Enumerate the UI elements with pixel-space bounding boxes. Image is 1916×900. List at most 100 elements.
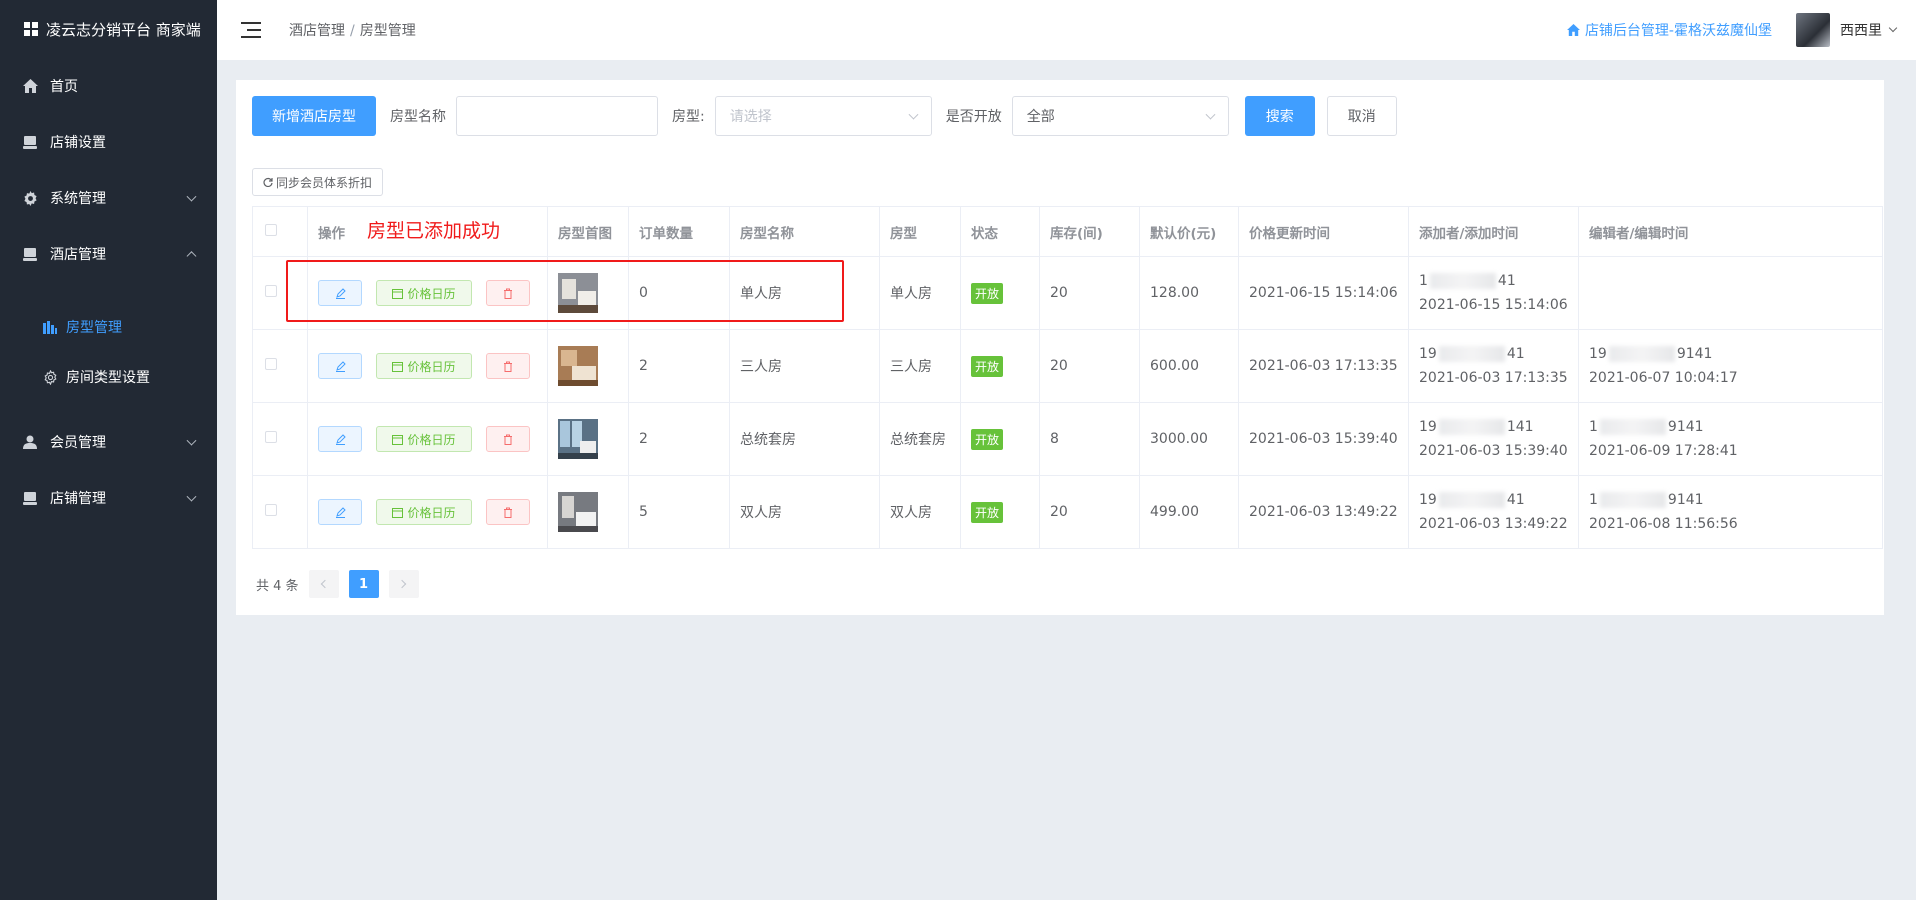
brand: 凌云志分销平台 商家端 — [0, 0, 217, 58]
checkbox[interactable] — [265, 285, 277, 297]
chevron-up-icon — [186, 251, 197, 262]
cell-status: 开放 — [960, 402, 1040, 476]
column-header: 房型 — [879, 206, 961, 257]
header-select-all[interactable] — [252, 206, 308, 257]
refresh-icon — [263, 177, 273, 187]
table-row: 价格日历 2 总统套房 总统套房 开放 8 3000.00 2021-06-03… — [252, 402, 1883, 476]
store-admin-link[interactable]: 店铺后台管理-霍格沃兹魔仙堡 — [1567, 20, 1772, 40]
redacted-mask — [1429, 273, 1496, 289]
checkbox[interactable] — [265, 358, 277, 370]
price-calendar-button[interactable]: 价格日历 — [376, 280, 472, 306]
room-thumbnail-image[interactable] — [558, 346, 598, 386]
add-room-type-button[interactable]: 新增酒店房型 — [252, 96, 376, 136]
delete-button[interactable] — [486, 353, 530, 379]
added-time: 2021-06-15 15:14:06 — [1419, 297, 1568, 313]
chevron-down-icon — [908, 109, 919, 120]
sidebar-item-members[interactable]: 会员管理 — [0, 414, 217, 470]
added-time: 2021-06-03 15:39:40 — [1419, 443, 1568, 459]
avatar[interactable] — [1796, 13, 1830, 47]
cell-room-type: 双人房 — [879, 475, 961, 549]
room-name-input[interactable] — [456, 96, 658, 136]
delete-button[interactable] — [486, 499, 530, 525]
adder-suffix: 41 — [1497, 273, 1516, 289]
open-status-label: 是否开放 — [945, 109, 1002, 125]
sidebar: 凌云志分销平台 商家端 首页 店铺设置 系统管理 酒店管理 房型管理 房间类型设… — [0, 0, 217, 900]
column-header: 默认价(元) — [1139, 206, 1239, 257]
cell-room-name: 总统套房 — [729, 402, 880, 476]
edit-button[interactable] — [318, 499, 362, 525]
cell-added: 19 41 2021-06-03 13:49:22 — [1408, 475, 1579, 549]
edit-button[interactable] — [318, 426, 362, 452]
sidebar-item-system[interactable]: 系统管理 — [0, 170, 217, 226]
sidebar-item-room-category[interactable]: 房间类型设置 — [0, 352, 217, 402]
sidebar-item-room-types[interactable]: 房型管理 — [0, 302, 217, 352]
redacted-mask — [1599, 419, 1666, 435]
room-thumbnail-image[interactable] — [558, 419, 598, 459]
room-thumbnail-image[interactable] — [558, 273, 598, 313]
checkbox[interactable] — [265, 223, 277, 236]
home-icon — [22, 78, 38, 94]
cell-updated: 2021-06-03 13:49:22 — [1238, 475, 1409, 549]
cell-price: 499.00 — [1139, 475, 1239, 549]
breadcrumb-item-current: 房型管理 — [359, 23, 416, 39]
cell-orders: 0 — [628, 256, 730, 330]
checkbox[interactable] — [265, 504, 277, 516]
sidebar-item-store-management[interactable]: 店铺管理 — [0, 470, 217, 526]
cell-actions: 价格日历 — [307, 329, 548, 403]
brand-title: 凌云志分销平台 商家端 — [46, 20, 201, 39]
grid-logo-icon — [24, 22, 38, 36]
cell-select — [252, 329, 308, 403]
cell-stock: 20 — [1039, 256, 1140, 330]
column-header: 库存(间) — [1039, 206, 1140, 257]
price-calendar-button[interactable]: 价格日历 — [376, 499, 472, 525]
search-button[interactable]: 搜索 — [1244, 96, 1315, 136]
sidebar-item-hotel[interactable]: 酒店管理 — [0, 226, 217, 282]
edited-time: 2021-06-07 10:04:17 — [1589, 370, 1738, 386]
edit-button[interactable] — [318, 280, 362, 306]
sync-label: 同步会员体系折扣 — [276, 175, 373, 190]
checkbox[interactable] — [265, 431, 277, 443]
cell-room-type: 三人房 — [879, 329, 961, 403]
room-thumbnail-image[interactable] — [558, 492, 598, 532]
edit-icon — [335, 287, 346, 299]
edit-icon — [335, 360, 346, 372]
sidebar-item-home[interactable]: 首页 — [0, 58, 217, 114]
edit-icon — [335, 433, 346, 445]
monitor-icon — [22, 246, 38, 262]
redacted-mask — [1438, 346, 1505, 362]
chevron-down-icon[interactable] — [1888, 23, 1898, 33]
header-right: 店铺后台管理-霍格沃兹魔仙堡 西西里 — [1567, 0, 1898, 60]
cell-select — [252, 402, 308, 476]
calendar-icon — [392, 434, 404, 445]
sync-member-discount-button[interactable]: 同步会员体系折扣 — [252, 168, 384, 196]
cell-room-type: 单人房 — [879, 256, 961, 330]
editor-suffix: 9141 — [1667, 419, 1704, 435]
cell-edited — [1578, 256, 1883, 330]
cell-added: 19 141 2021-06-03 15:39:40 — [1408, 402, 1579, 476]
cell-orders: 2 — [628, 402, 730, 476]
price-calendar-button[interactable]: 价格日历 — [376, 426, 472, 452]
room-type-select[interactable]: 请选择 — [714, 96, 932, 136]
page-number-button[interactable]: 1 — [348, 570, 379, 598]
cell-stock: 20 — [1039, 329, 1140, 403]
room-type-label: 房型: — [672, 109, 705, 125]
chevron-down-icon — [1205, 109, 1216, 120]
adder-suffix: 41 — [1506, 492, 1525, 508]
menu-toggle-icon[interactable] — [241, 22, 261, 38]
cell-actions: 价格日历 — [307, 256, 548, 330]
annotation-message: 房型已添加成功 — [367, 220, 501, 242]
open-status-select[interactable]: 全部 — [1011, 96, 1229, 136]
delete-button[interactable] — [486, 426, 530, 452]
cell-actions: 价格日历 — [307, 402, 548, 476]
price-calendar-button[interactable]: 价格日历 — [376, 353, 472, 379]
username[interactable]: 西西里 — [1840, 20, 1882, 40]
sidebar-item-store-settings[interactable]: 店铺设置 — [0, 114, 217, 170]
delete-button[interactable] — [486, 280, 530, 306]
prev-page-button[interactable] — [308, 570, 339, 598]
cancel-button[interactable]: 取消 — [1326, 96, 1397, 136]
edit-button[interactable] — [318, 353, 362, 379]
cell-thumbnail — [547, 329, 629, 403]
price-calendar-label: 价格日历 — [407, 432, 456, 447]
breadcrumb-item[interactable]: 酒店管理 — [289, 23, 345, 39]
next-page-button[interactable] — [388, 570, 419, 598]
